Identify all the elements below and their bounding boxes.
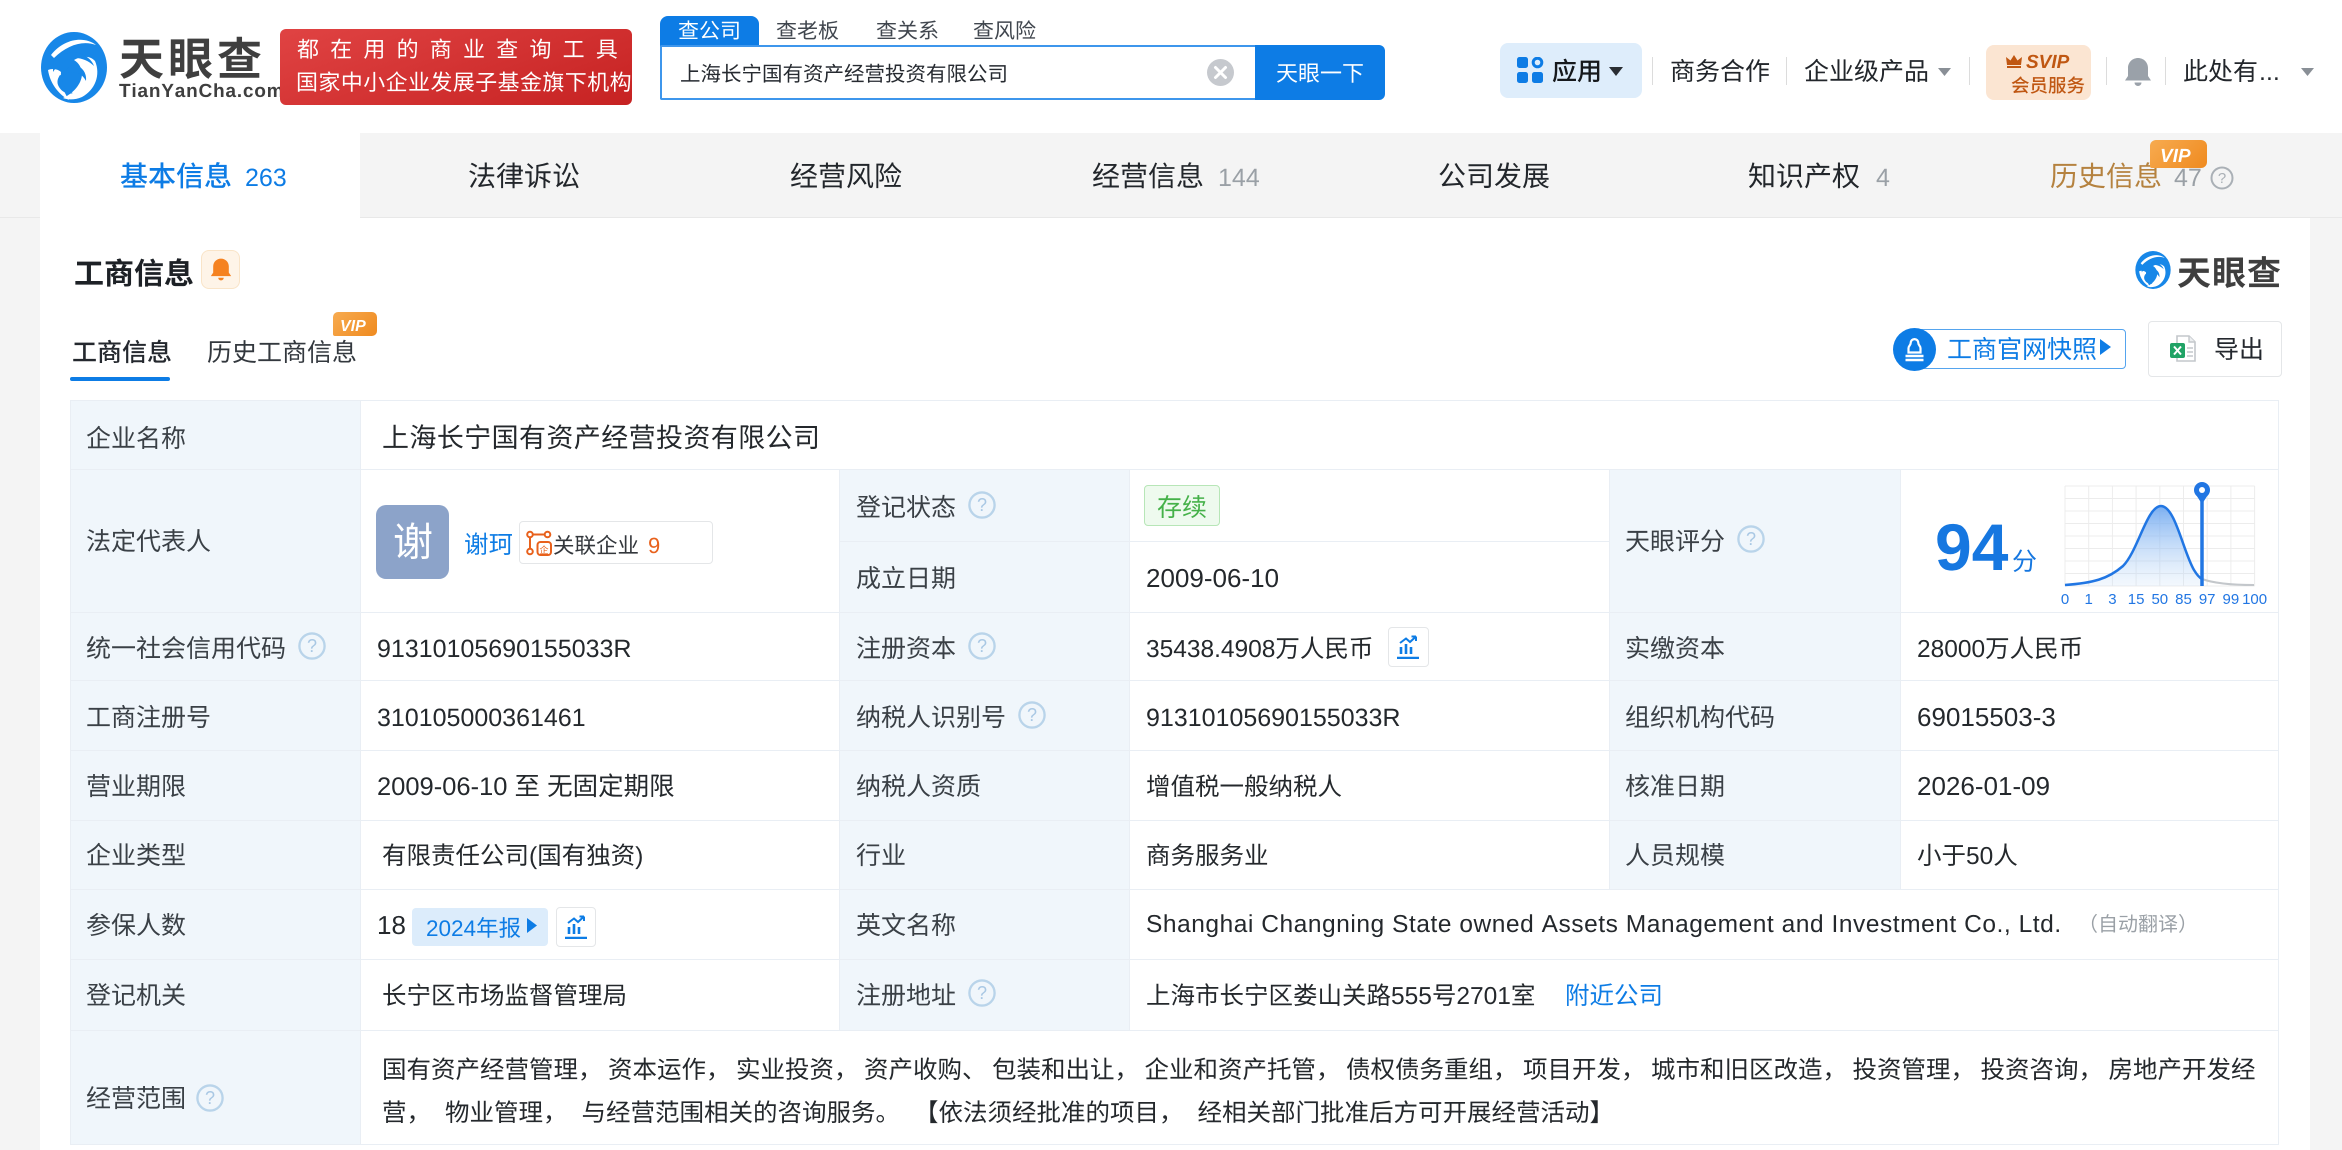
svg-text:?: ? [977, 983, 987, 1003]
svg-text:?: ? [977, 636, 987, 656]
svg-text:15: 15 [2128, 591, 2145, 608]
svg-text:50: 50 [2151, 591, 2168, 608]
svg-text:99: 99 [2223, 591, 2240, 608]
svg-text:?: ? [1027, 705, 1037, 725]
svg-text:3: 3 [2108, 591, 2116, 608]
svg-text:85: 85 [2175, 591, 2192, 608]
svg-text:?: ? [2218, 170, 2226, 187]
svg-text:100: 100 [2242, 591, 2267, 608]
svg-text:0: 0 [2061, 591, 2069, 608]
svg-text:1: 1 [2085, 591, 2093, 608]
svg-text:?: ? [307, 636, 317, 656]
svg-text:97: 97 [2199, 591, 2216, 608]
svg-text:?: ? [1746, 529, 1756, 549]
svg-text:?: ? [977, 495, 987, 515]
svg-text:?: ? [205, 1088, 215, 1108]
